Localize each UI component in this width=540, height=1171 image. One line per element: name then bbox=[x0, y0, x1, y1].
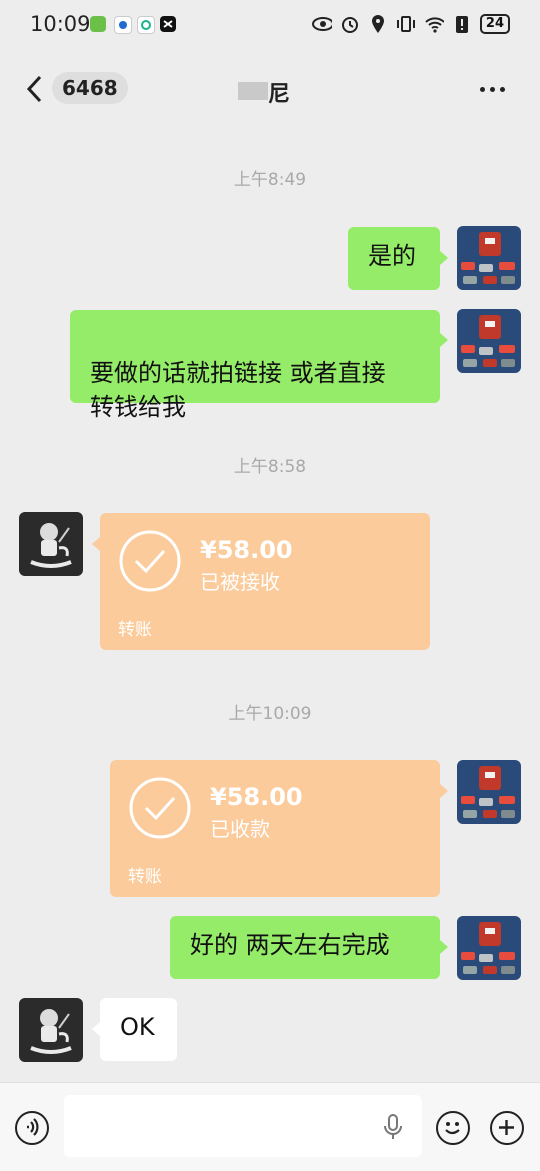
contact-avatar[interactable] bbox=[19, 512, 83, 576]
transfer-status: 已被接收 bbox=[200, 570, 280, 594]
bubble-tail bbox=[92, 537, 100, 551]
message-bubble-sent[interactable]: 是的 bbox=[348, 227, 440, 290]
teal-app-icon bbox=[137, 16, 155, 34]
battery-level: 24 bbox=[479, 14, 510, 34]
battery-alert-icon bbox=[452, 14, 472, 34]
dot-icon bbox=[480, 86, 485, 92]
emoji-button[interactable] bbox=[436, 1111, 470, 1145]
eye-icon bbox=[311, 14, 332, 34]
my-avatar[interactable] bbox=[457, 226, 521, 290]
bubble-tail bbox=[440, 784, 448, 798]
unread-count-badge[interactable]: 6468 bbox=[52, 72, 128, 104]
green-app-icon bbox=[90, 16, 106, 32]
contact-avatar[interactable] bbox=[19, 998, 83, 1062]
mic-icon[interactable] bbox=[382, 1113, 404, 1141]
status-bar: 10:09 24 bbox=[0, 0, 540, 50]
vibrate-icon bbox=[396, 14, 416, 34]
my-avatar[interactable] bbox=[457, 916, 521, 980]
plus-icon bbox=[499, 1120, 514, 1135]
dot-icon bbox=[500, 86, 505, 92]
check-circle-icon bbox=[119, 530, 181, 592]
timestamp: 上午10:09 bbox=[228, 704, 312, 724]
blue-app-icon bbox=[114, 16, 132, 34]
location-icon bbox=[368, 14, 388, 34]
plus-button[interactable] bbox=[490, 1111, 524, 1145]
message-text: 要做的话就拍链接 或者直接 转钱给我 bbox=[90, 359, 386, 421]
transfer-amount: ¥58.00 bbox=[210, 783, 303, 811]
transfer-label: 转账 bbox=[128, 867, 162, 887]
voice-toggle-icon bbox=[27, 1118, 39, 1136]
wifi-icon bbox=[424, 14, 444, 34]
alarm-icon bbox=[340, 14, 360, 34]
back-button[interactable] bbox=[24, 74, 46, 104]
dot-icon bbox=[490, 86, 495, 92]
message-bubble-sent[interactable]: 要做的话就拍链接 或者直接 转钱给我 bbox=[70, 310, 440, 421]
message-text: 好的 两天左右完成 bbox=[190, 931, 390, 959]
message-input[interactable] bbox=[64, 1095, 422, 1157]
timestamp: 上午8:58 bbox=[233, 457, 307, 477]
bubble-tail bbox=[440, 940, 448, 954]
transfer-status: 已收款 bbox=[210, 817, 270, 841]
chevron-left-icon bbox=[26, 75, 42, 103]
transfer-card-sent[interactable]: ¥58.00 已收款 转账 bbox=[110, 760, 440, 897]
transfer-amount: ¥58.00 bbox=[200, 536, 293, 564]
message-text: OK bbox=[120, 1013, 155, 1041]
emoji-icon bbox=[445, 1122, 460, 1135]
contact-name[interactable]: 尼 bbox=[268, 76, 290, 108]
my-avatar[interactable] bbox=[457, 760, 521, 824]
message-bubble-sent[interactable]: 好的 两天左右完成 bbox=[170, 916, 440, 979]
voice-toggle-button[interactable] bbox=[15, 1111, 49, 1145]
bubble-tail bbox=[440, 333, 448, 347]
more-options-button[interactable] bbox=[480, 80, 510, 98]
status-time: 10:09 bbox=[30, 12, 91, 36]
bubble-tail bbox=[92, 1022, 100, 1036]
my-avatar[interactable] bbox=[457, 309, 521, 373]
message-bubble-received[interactable]: OK bbox=[100, 998, 177, 1061]
input-bar bbox=[0, 1082, 540, 1171]
transfer-label: 转账 bbox=[118, 620, 152, 640]
check-circle-icon bbox=[129, 777, 191, 839]
name-redaction bbox=[238, 82, 268, 100]
message-text: 是的 bbox=[368, 242, 416, 270]
transfer-card-received[interactable]: ¥58.00 已被接收 转账 bbox=[100, 513, 430, 650]
status-icons: 24 bbox=[311, 14, 510, 34]
bubble-tail bbox=[440, 251, 448, 265]
chat-header: 6468 尼 bbox=[0, 60, 540, 118]
capcut-icon bbox=[160, 16, 176, 32]
timestamp: 上午8:49 bbox=[233, 170, 307, 190]
